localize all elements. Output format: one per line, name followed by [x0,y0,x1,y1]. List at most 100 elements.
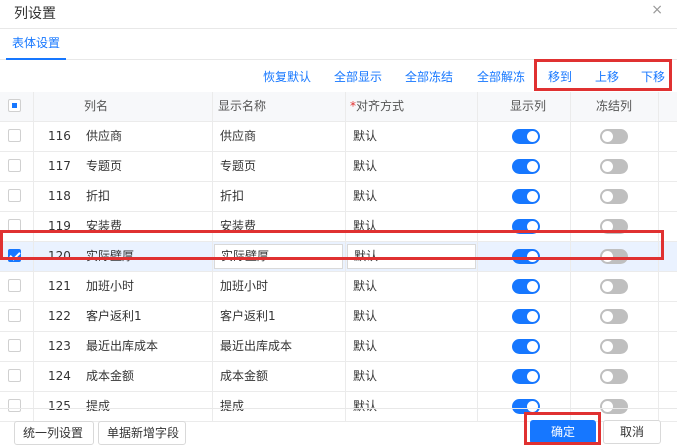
show-column-toggle[interactable] [512,159,540,174]
row-checkbox[interactable] [8,279,21,292]
column-name: 折扣 [86,189,111,203]
show-column-toggle[interactable] [512,219,540,234]
header-align-label: 对齐方式 [356,99,405,113]
move-to-button[interactable]: 移到 [548,68,572,85]
table-row[interactable]: 123 最近出库成本 最近出库成本 默认 [0,332,677,362]
show-column-toggle[interactable] [512,279,540,294]
freeze-column-toggle[interactable] [600,339,628,354]
show-column-toggle[interactable] [512,249,540,264]
align-value[interactable]: 默认 [353,302,377,331]
display-name[interactable]: 折扣 [220,182,244,211]
row-number: 121 [48,279,71,293]
dialog-footer: 统一列设置 单据新增字段 确定 取消 [0,408,677,448]
table-row[interactable]: 118 折扣 折扣 默认 [0,182,677,212]
freeze-column-toggle[interactable] [600,189,628,204]
table-row[interactable]: 120 实际壁厚 实际壁厚 默认 [0,242,677,272]
header-col-name: 列名 [84,99,109,113]
row-number: 116 [48,129,71,143]
display-name[interactable]: 供应商 [220,122,256,151]
display-name-input[interactable]: 实际壁厚 [214,244,343,269]
header-align: *对齐方式 [350,92,404,121]
column-name: 供应商 [86,129,123,143]
select-all-checkbox[interactable] [8,99,21,112]
freeze-column-toggle[interactable] [600,369,628,384]
column-name: 加班小时 [86,279,135,293]
display-name[interactable]: 安装费 [220,212,256,241]
column-name: 客户返利1 [86,309,142,323]
show-column-toggle[interactable] [512,339,540,354]
display-name[interactable]: 客户返利1 [220,302,276,331]
row-checkbox[interactable] [8,309,21,322]
header-show-col: 显示列 [510,99,547,113]
align-value[interactable]: 默认 [353,332,377,361]
display-name[interactable]: 加班小时 [220,272,268,301]
table-row[interactable]: 116 供应商 供应商 默认 [0,122,677,152]
table-row[interactable]: 122 客户返利1 客户返利1 默认 [0,302,677,332]
show-column-toggle[interactable] [512,129,540,144]
row-number: 118 [48,189,71,203]
column-settings-table: 列名 显示名称 *对齐方式 显示列 冻结列 116 供应商 供应商 默认 117 专题页专… [0,92,677,422]
toolbar: 恢复默认 全部显示 全部冻结 全部解冻 移到 上移 下移 [0,62,677,90]
row-number: 119 [48,219,71,233]
column-name: 安装费 [86,219,123,233]
row-checkbox[interactable] [8,189,21,202]
add-field-button[interactable]: 单据新增字段 [98,421,186,445]
freeze-column-toggle[interactable] [600,129,628,144]
table-body: 116 供应商 供应商 默认 117 专题页 专题页 默认 118 折扣 折扣 默认 119 安装费 安装费… [0,122,677,422]
display-name[interactable]: 最近出库成本 [220,332,292,361]
freeze-all-button[interactable]: 全部冻结 [405,68,453,85]
tab-body-settings[interactable]: 表体设置 [6,29,66,60]
row-checkbox[interactable] [8,249,21,262]
table-row[interactable]: 117 专题页 专题页 默认 [0,152,677,182]
header-display-name: 显示名称 [218,99,267,113]
freeze-column-toggle[interactable] [600,219,628,234]
freeze-column-toggle[interactable] [600,309,628,324]
row-number: 124 [48,369,71,383]
display-name[interactable]: 成本金额 [220,362,268,391]
show-all-button[interactable]: 全部显示 [334,68,382,85]
show-column-toggle[interactable] [512,309,540,324]
confirm-button[interactable]: 确定 [530,420,596,444]
row-checkbox[interactable] [8,369,21,382]
column-name: 最近出库成本 [86,339,159,353]
align-value[interactable]: 默认 [353,212,377,241]
column-name: 成本金额 [86,369,135,383]
table-row[interactable]: 124 成本金额 成本金额 默认 [0,362,677,392]
row-checkbox[interactable] [8,339,21,352]
show-column-toggle[interactable] [512,189,540,204]
tab-bar: 表体设置 [0,29,677,60]
align-select[interactable]: 默认 [347,244,476,269]
show-column-toggle[interactable] [512,369,540,384]
row-number: 122 [48,309,71,323]
freeze-column-toggle[interactable] [600,279,628,294]
move-down-button[interactable]: 下移 [641,68,665,85]
freeze-column-toggle[interactable] [600,249,628,264]
freeze-column-toggle[interactable] [600,159,628,174]
align-value[interactable]: 默认 [353,182,377,211]
align-value[interactable]: 默认 [353,362,377,391]
cancel-button[interactable]: 取消 [603,420,661,444]
unify-columns-button[interactable]: 统一列设置 [14,421,94,445]
close-icon[interactable]: × [651,2,663,18]
unfreeze-all-button[interactable]: 全部解冻 [477,68,525,85]
table-row[interactable]: 121 加班小时 加班小时 默认 [0,272,677,302]
table-header: 列名 显示名称 *对齐方式 显示列 冻结列 [0,92,677,122]
header-freeze-col: 冻结列 [596,99,633,113]
table-row[interactable]: 119 安装费 安装费 默认 [0,212,677,242]
column-name: 实际壁厚 [86,249,135,263]
row-number: 120 [48,249,71,263]
row-number: 117 [48,159,71,173]
row-checkbox[interactable] [8,159,21,172]
align-value[interactable]: 默认 [353,122,377,151]
align-value[interactable]: 默认 [353,152,377,181]
dialog-header: 列设置 × [0,0,677,29]
row-number: 123 [48,339,71,353]
align-value[interactable]: 默认 [353,272,377,301]
display-name[interactable]: 专题页 [220,152,256,181]
column-name: 专题页 [86,159,123,173]
row-checkbox[interactable] [8,219,21,232]
dialog-title: 列设置 [14,6,56,22]
restore-default-button[interactable]: 恢复默认 [263,68,311,85]
row-checkbox[interactable] [8,129,21,142]
move-up-button[interactable]: 上移 [595,68,619,85]
